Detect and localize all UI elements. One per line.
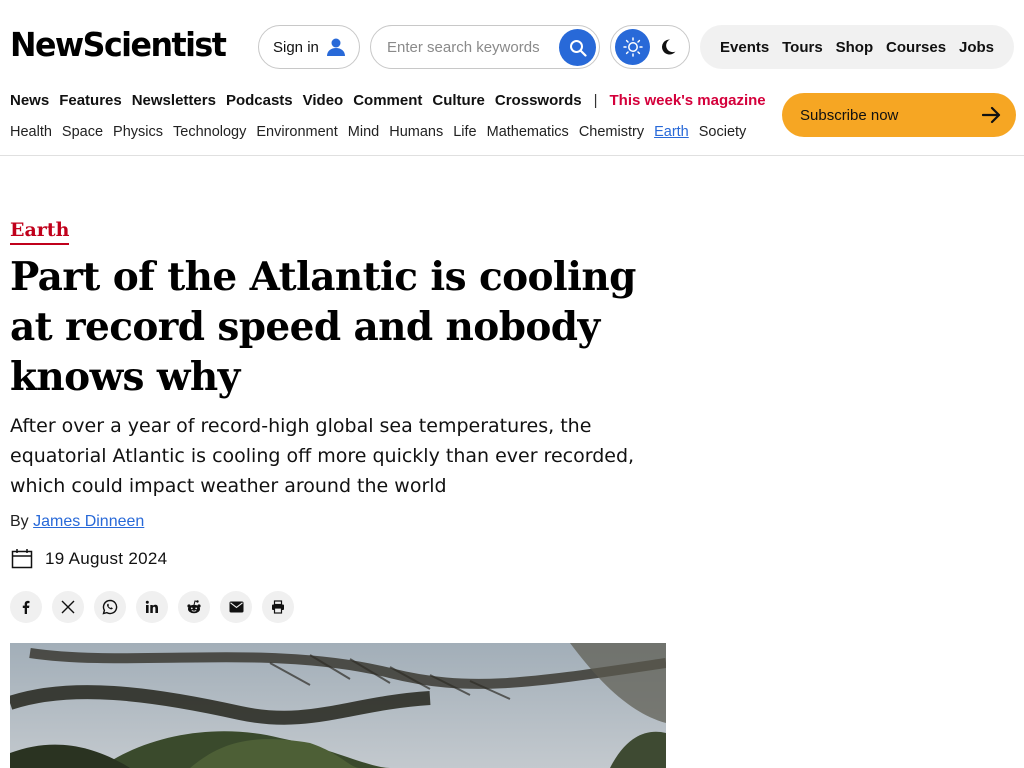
share-reddit-button[interactable] (178, 591, 210, 623)
article-section-link[interactable]: Earth (10, 218, 70, 245)
search-box (370, 25, 600, 69)
nav-culture[interactable]: Culture (432, 92, 485, 109)
byline: By James Dinneen (10, 513, 144, 531)
topic-health[interactable]: Health (10, 124, 52, 140)
sun-icon (622, 37, 643, 57)
share-linkedin-button[interactable] (136, 591, 168, 623)
article-standfirst: After over a year of record-high global … (10, 415, 635, 497)
topic-humans[interactable]: Humans (389, 124, 443, 140)
publish-date: 19 August 2024 (10, 547, 167, 571)
topic-space[interactable]: Space (62, 124, 103, 140)
subscribe-button[interactable]: Subscribe now (782, 93, 1016, 137)
topic-mind[interactable]: Mind (348, 124, 379, 140)
topic-technology[interactable]: Technology (173, 124, 246, 140)
search-input[interactable] (387, 38, 547, 56)
new-scientist-logo[interactable]: NewScientist (10, 24, 227, 64)
arrow-right-icon (982, 106, 1001, 124)
subscribe-label: Subscribe now (800, 106, 899, 124)
nav-news[interactable]: News (10, 92, 49, 109)
whatsapp-icon (102, 599, 118, 615)
author-link[interactable]: James Dinneen (33, 513, 144, 530)
article-headline: Part of the Atlantic is cooling at recor… (10, 254, 636, 400)
share-x-button[interactable] (52, 591, 84, 623)
linkedin-icon (145, 600, 158, 613)
topic-society[interactable]: Society (699, 124, 747, 140)
utility-link-jobs[interactable]: Jobs (959, 39, 994, 56)
dark-mode-button[interactable] (650, 29, 685, 65)
search-icon (569, 39, 587, 57)
article-hero-image (10, 643, 666, 768)
nav-features[interactable]: Features (59, 92, 122, 109)
sign-in-label: Sign in (273, 38, 319, 56)
nav-this-weeks-magazine[interactable]: This week's magazine (610, 92, 766, 109)
topic-earth[interactable]: Earth (654, 124, 689, 140)
byline-prefix: By (10, 513, 29, 530)
x-icon (61, 600, 75, 614)
header-divider (0, 155, 1024, 156)
utility-link-tours[interactable]: Tours (782, 39, 823, 56)
nav-video[interactable]: Video (303, 92, 344, 109)
share-facebook-button[interactable] (10, 591, 42, 623)
utility-nav: Events Tours Shop Courses Jobs (700, 25, 1014, 69)
user-icon (325, 36, 347, 58)
email-icon (229, 601, 243, 613)
print-icon (272, 600, 284, 614)
topic-physics[interactable]: Physics (113, 124, 163, 140)
share-whatsapp-button[interactable] (94, 591, 126, 623)
topic-life[interactable]: Life (453, 124, 476, 140)
nav-podcasts[interactable]: Podcasts (226, 92, 293, 109)
topic-mathematics[interactable]: Mathematics (487, 124, 569, 140)
calendar-icon (11, 549, 33, 569)
topic-environment[interactable]: Environment (256, 124, 337, 140)
primary-nav: News Features Newsletters Podcasts Video… (10, 90, 766, 110)
share-bar (10, 591, 304, 623)
sign-in-button[interactable]: Sign in (258, 25, 360, 69)
utility-link-events[interactable]: Events (720, 39, 769, 56)
nav-crosswords[interactable]: Crosswords (495, 92, 582, 109)
utility-link-shop[interactable]: Shop (836, 39, 874, 56)
moon-icon (661, 39, 675, 55)
utility-link-courses[interactable]: Courses (886, 39, 946, 56)
reddit-icon (187, 600, 201, 614)
nav-newsletters[interactable]: Newsletters (132, 92, 216, 109)
light-mode-button[interactable] (615, 29, 650, 65)
nav-separator: | (593, 91, 598, 109)
search-button[interactable] (559, 29, 596, 66)
theme-toggle (610, 25, 690, 69)
publish-date-text: 19 August 2024 (45, 549, 168, 568)
topic-chemistry[interactable]: Chemistry (579, 124, 644, 140)
print-button[interactable] (262, 591, 294, 623)
topic-nav: Health Space Physics Technology Environm… (10, 122, 756, 142)
share-email-button[interactable] (220, 591, 252, 623)
palm-trees-in-storm-photo (10, 643, 666, 768)
nav-comment[interactable]: Comment (353, 92, 422, 109)
facebook-icon (22, 600, 30, 614)
